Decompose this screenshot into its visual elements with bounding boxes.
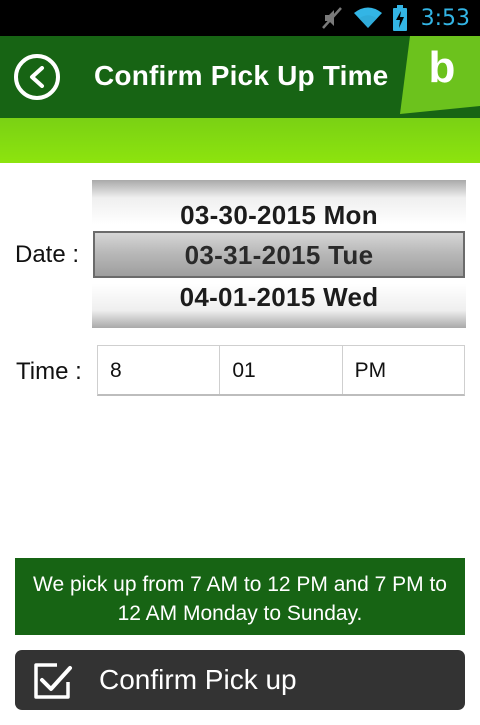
app-bar: Confirm Pick Up Time b — [0, 36, 480, 118]
status-time: 3:53 — [420, 5, 470, 31]
page-title: Confirm Pick Up Time — [94, 60, 389, 91]
time-picker: 8 01 PM — [97, 345, 465, 396]
mute-icon — [321, 6, 343, 30]
checkbox-checked-icon — [34, 663, 72, 699]
date-option-next[interactable]: 04-01-2015 Wed — [92, 282, 466, 313]
pickup-hours-notice: We pick up from 7 AM to 12 PM and 7 PM t… — [15, 558, 465, 635]
wifi-icon — [353, 7, 383, 29]
time-label: Time : — [16, 358, 82, 385]
battery-charging-icon — [392, 5, 407, 31]
ampm-field[interactable]: PM — [343, 346, 464, 394]
app-logo: b — [400, 36, 480, 114]
logo-letter: b — [429, 43, 456, 92]
accent-strip — [0, 118, 480, 163]
chevron-left-icon — [30, 66, 44, 88]
date-picker[interactable]: 03-30-2015 Mon 03-31-2015 Tue 04-01-2015… — [92, 180, 466, 328]
confirm-pickup-label: Confirm Pick up — [99, 664, 297, 695]
date-label: Date : — [15, 241, 80, 268]
confirm-pickup-button[interactable]: Confirm Pick up — [15, 650, 465, 710]
status-bar: 3:53 — [0, 0, 480, 36]
hour-field[interactable]: 8 — [98, 346, 221, 394]
back-button[interactable] — [14, 54, 60, 100]
screen: 3:53 Confirm Pick Up Time b Date : 03-30… — [0, 0, 480, 725]
date-option-selected-highlight[interactable]: 03-31-2015 Tue — [93, 231, 465, 278]
date-option-prev[interactable]: 03-30-2015 Mon — [92, 200, 466, 231]
date-option-selected[interactable]: 03-31-2015 Tue — [95, 240, 463, 271]
minute-field[interactable]: 01 — [220, 346, 343, 394]
